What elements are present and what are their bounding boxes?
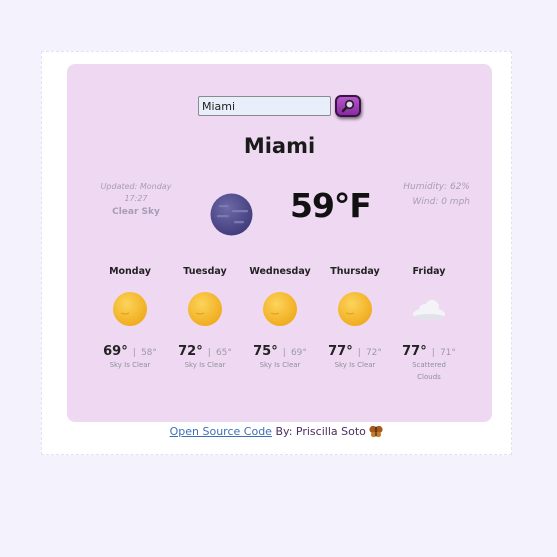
sun-icon xyxy=(113,292,147,326)
forecast-max: 72° xyxy=(178,344,203,359)
forecast-min: 65° xyxy=(215,348,232,358)
forecast-desc: Sky Is Clear xyxy=(245,359,315,371)
forecast-max: 77° xyxy=(328,344,353,359)
open-source-link[interactable]: Open Source Code xyxy=(170,425,272,438)
forecast-day: Monday 69° | 58° Sky Is Clear xyxy=(95,266,165,371)
magnifier-icon xyxy=(341,99,355,113)
current-description: Clear Sky xyxy=(112,207,160,217)
forecast-temps: 75° | 69° xyxy=(245,340,315,359)
forecast-desc-line: Clouds xyxy=(417,373,441,381)
wind-text: Wind: 0 mph xyxy=(412,197,470,207)
sun-icon xyxy=(263,292,297,326)
forecast-day: Tuesday 72° | 65° Sky Is Clear xyxy=(170,266,240,371)
updated-time: 17:27 xyxy=(124,194,148,203)
forecast-desc-line: Sky Is Clear xyxy=(259,361,301,369)
clear-night-moon-icon xyxy=(210,193,253,236)
forecast-day-name: Tuesday xyxy=(183,266,227,277)
updated-info: Updated: Monday 17:27 xyxy=(95,181,177,205)
sun-icon xyxy=(188,292,222,326)
city-title: Miami xyxy=(243,134,316,158)
forecast-desc: Sky Is Clear xyxy=(95,359,165,371)
forecast-temps: 77° | 72° xyxy=(320,340,390,359)
forecast-day-name: Wednesday xyxy=(249,266,311,277)
forecast-day: Wednesday 75° | 69° Sky Is Clear xyxy=(245,266,315,371)
forecast-day-name: Monday xyxy=(109,266,151,277)
temp-separator: | xyxy=(357,348,361,358)
forecast-day: Friday 77° | 71° Scattered Clouds xyxy=(394,266,464,383)
forecast-desc: Sky Is Clear xyxy=(170,359,240,371)
forecast-temps: 69° | 58° xyxy=(95,340,165,359)
forecast-max: 77° xyxy=(402,344,427,359)
forecast-desc-line: Sky Is Clear xyxy=(334,361,376,369)
forecast-max: 69° xyxy=(103,344,128,359)
forecast-day-name: Friday xyxy=(412,266,446,277)
forecast-min: 69° xyxy=(290,348,307,358)
temp-separator: | xyxy=(132,348,136,358)
cloud-icon xyxy=(413,300,445,320)
humidity-text: Humidity: 62% xyxy=(403,182,470,192)
forecast-max: 75° xyxy=(253,344,278,359)
updated-label: Updated: Monday xyxy=(100,182,172,191)
forecast-temps: 77° | 71° xyxy=(394,340,464,359)
temp-separator: | xyxy=(207,348,211,358)
forecast-desc-line: Sky Is Clear xyxy=(184,361,226,369)
forecast-min: 71° xyxy=(439,348,456,358)
forecast-day: Thursday 77° | 72° Sky Is Clear xyxy=(320,266,390,371)
forecast-min: 72° xyxy=(365,348,382,358)
author-credit: By: Priscilla Soto xyxy=(275,425,366,438)
forecast-min: 58° xyxy=(140,348,157,358)
forecast-desc: Sky Is Clear xyxy=(320,359,390,371)
forecast-desc: Scattered Clouds xyxy=(394,359,464,383)
search-input[interactable] xyxy=(198,96,331,116)
temp-separator: | xyxy=(431,348,435,358)
sun-icon xyxy=(338,292,372,326)
forecast-desc-line: Scattered xyxy=(412,361,446,369)
forecast-desc-line: Sky Is Clear xyxy=(109,361,151,369)
butterfly-icon xyxy=(369,425,383,438)
forecast-temps: 72° | 65° xyxy=(170,340,240,359)
footer: Open Source Code By: Priscilla Soto xyxy=(41,425,512,438)
current-temperature: 59°F xyxy=(290,186,372,225)
forecast-day-name: Thursday xyxy=(330,266,380,277)
search-button[interactable] xyxy=(335,95,361,117)
temp-separator: | xyxy=(282,348,286,358)
